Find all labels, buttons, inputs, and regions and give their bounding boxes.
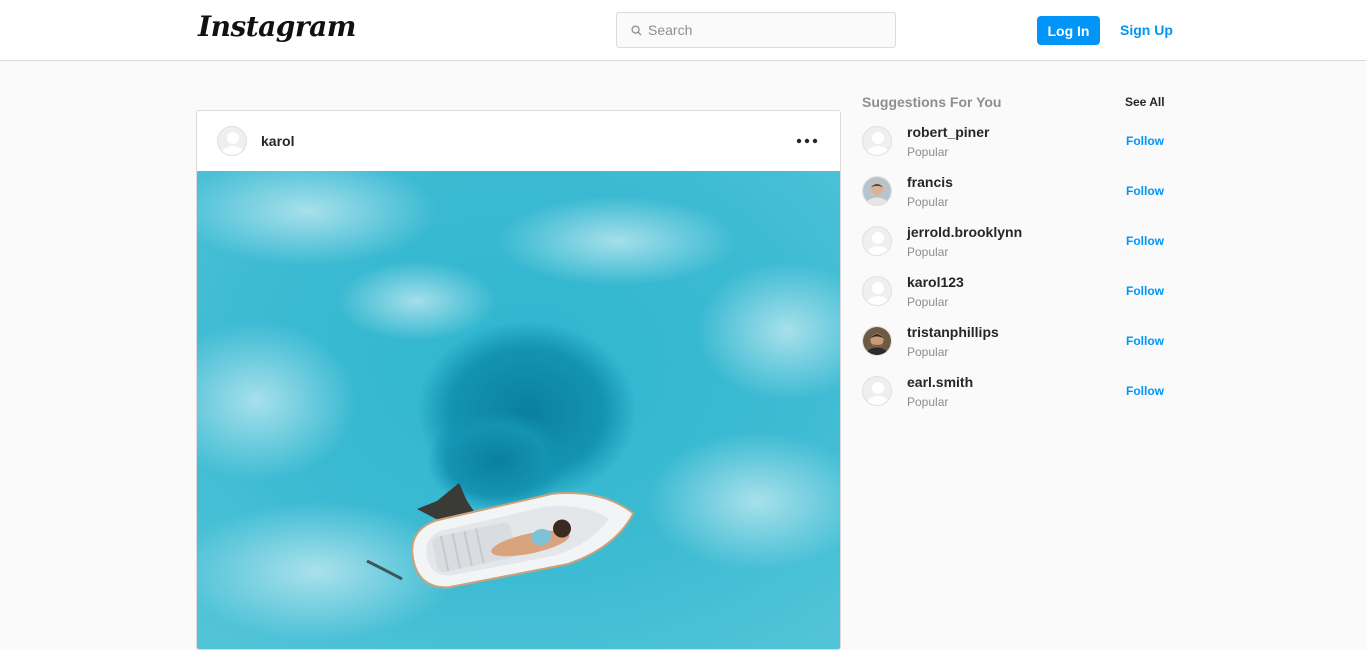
instagram-logo[interactable]: Instagram: [198, 10, 356, 43]
more-horizontal-icon[interactable]: [796, 133, 818, 149]
feed-post: karol: [196, 110, 841, 650]
suggestion-subtitle: Popular: [907, 395, 949, 409]
suggestion-username[interactable]: robert_piner: [907, 124, 989, 140]
suggestion-username[interactable]: earl.smith: [907, 374, 973, 390]
suggestion-item: jerrold.brooklynn Popular Follow: [862, 221, 1166, 271]
suggestion-subtitle: Popular: [907, 195, 949, 209]
search-icon: [631, 24, 642, 36]
post-author-username[interactable]: karol: [261, 133, 294, 149]
suggestion-subtitle: Popular: [907, 245, 949, 259]
suggestion-username[interactable]: tristanphillips: [907, 324, 999, 340]
login-button[interactable]: Log In: [1037, 16, 1100, 45]
suggestion-subtitle: Popular: [907, 145, 949, 159]
suggestion-item: karol123 Popular Follow: [862, 271, 1166, 321]
user-avatar[interactable]: [862, 176, 892, 206]
see-all-link[interactable]: See All: [1125, 95, 1165, 109]
suggestion-subtitle: Popular: [907, 345, 949, 359]
follow-button[interactable]: Follow: [1126, 384, 1164, 398]
suggestion-username[interactable]: francis: [907, 174, 953, 190]
post-photo[interactable]: [197, 171, 841, 650]
post-header: karol: [197, 111, 840, 171]
follow-button[interactable]: Follow: [1126, 134, 1164, 148]
signup-link[interactable]: Sign Up: [1120, 22, 1173, 38]
user-avatar[interactable]: [862, 326, 892, 356]
follow-button[interactable]: Follow: [1126, 184, 1164, 198]
follow-button[interactable]: Follow: [1126, 334, 1164, 348]
top-navigation-bar: Instagram Log In Sign Up: [0, 0, 1366, 61]
user-avatar[interactable]: [862, 226, 892, 256]
suggestion-item: earl.smith Popular Follow: [862, 371, 1166, 421]
suggestion-item: tristanphillips Popular Follow: [862, 321, 1166, 371]
suggestions-list: robert_piner Popular Follow francis Popu…: [862, 121, 1166, 421]
user-avatar[interactable]: [862, 276, 892, 306]
suggestions-title: Suggestions For You: [862, 94, 1002, 110]
follow-button[interactable]: Follow: [1126, 234, 1164, 248]
follow-button[interactable]: Follow: [1126, 284, 1164, 298]
search-input[interactable]: [648, 22, 878, 38]
suggestion-item: francis Popular Follow: [862, 171, 1166, 221]
suggestion-username[interactable]: karol123: [907, 274, 964, 290]
post-author-avatar[interactable]: [217, 126, 247, 156]
suggestion-username[interactable]: jerrold.brooklynn: [907, 224, 1022, 240]
suggestion-subtitle: Popular: [907, 295, 949, 309]
user-avatar[interactable]: [862, 376, 892, 406]
suggestion-item: robert_piner Popular Follow: [862, 121, 1166, 171]
search-box[interactable]: [616, 12, 896, 48]
user-avatar[interactable]: [862, 126, 892, 156]
